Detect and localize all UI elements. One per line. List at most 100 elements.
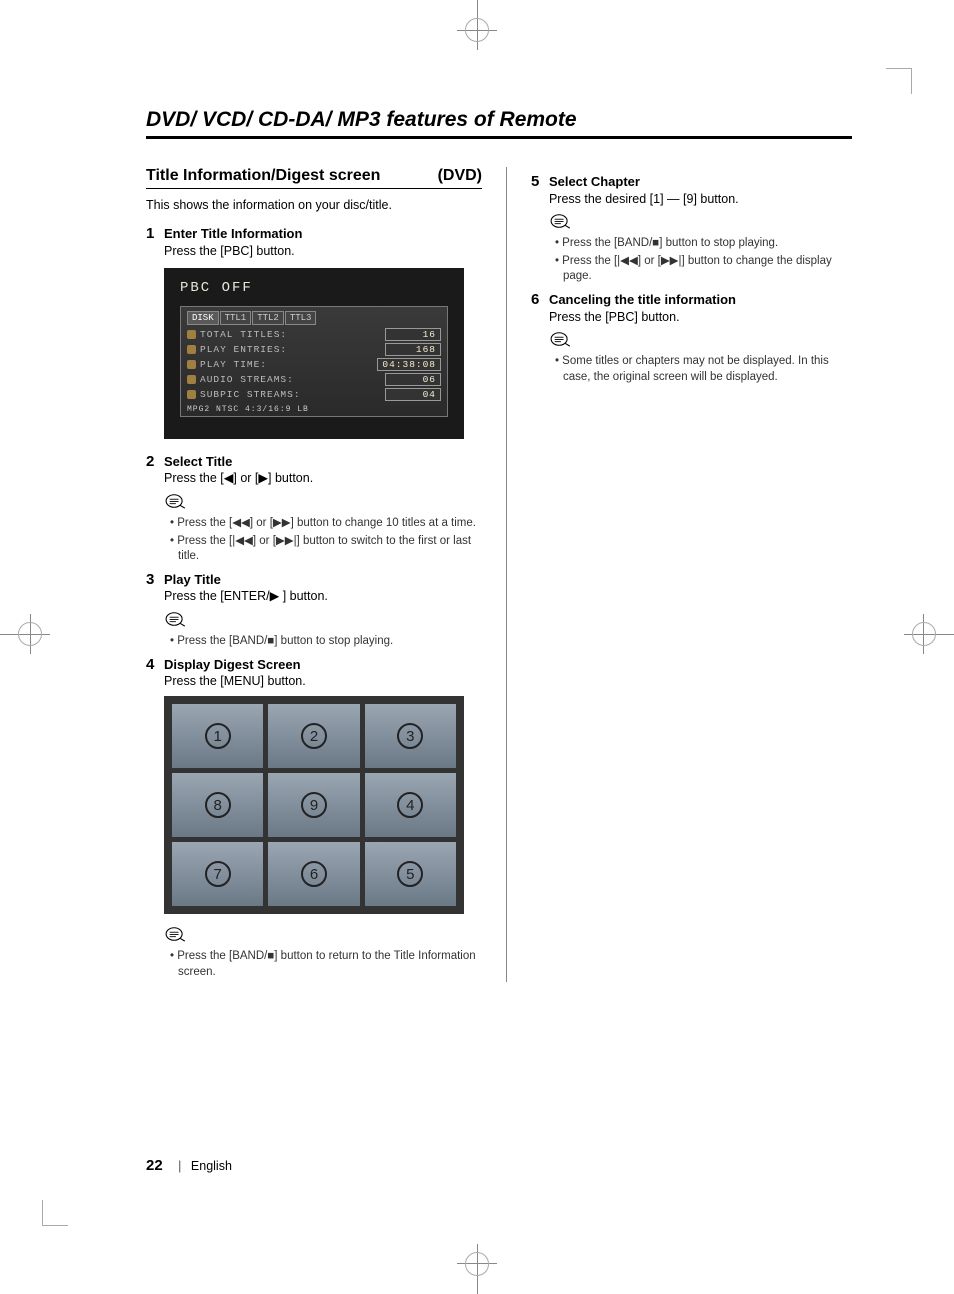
digest-cell: 9 [268,773,359,837]
note-item: Some titles or chapters may not be displ… [555,354,852,385]
right-arrow-icon: ▶ [258,471,268,485]
step-6: 6 Canceling the title information Press … [531,291,852,325]
digest-cell: 3 [365,704,456,768]
digest-cell: 1 [172,704,263,768]
step-heading: Enter Title Information [164,225,482,243]
page-number: 22 [146,1157,163,1174]
step-heading: Select Title [164,453,482,471]
pbc-row-label: SUBPIC STREAMS: [200,389,301,400]
pbc-footer: MPG2 NTSC 4:3/16:9 LB [187,405,441,414]
step-5: 5 Select Chapter Press the desired [1] —… [531,173,852,207]
section-title-text: Title Information/Digest screen [146,167,380,184]
digest-number: 7 [205,861,231,887]
digest-number: 2 [301,723,327,749]
pbc-tabs: DISK TTL1 TTL2 TTL3 [187,311,441,325]
corner-mark [886,68,912,94]
pbc-row-value: 16 [385,328,441,341]
footer-language: English [191,1159,232,1173]
note-icon [549,213,571,229]
step-subtext: Press the [PBC] button. [549,309,852,326]
note-item: Press the [|◀◀] or [▶▶|] button to chang… [555,254,852,285]
digest-number: 4 [397,792,423,818]
chapter-title: DVD/ VCD/ CD-DA/ MP3 features of Remote [146,108,852,139]
step-3: 3 Play Title Press the [ENTER/▶ ] button… [146,571,482,605]
step-heading: Play Title [164,571,482,589]
digest-number: 6 [301,861,327,887]
step-number: 4 [146,656,164,690]
digest-cell: 8 [172,773,263,837]
digest-cell: 4 [365,773,456,837]
pbc-row: PLAY ENTRIES: 168 [187,342,441,357]
footer-separator: | [178,1159,181,1173]
digest-number: 9 [301,792,327,818]
pbc-row: AUDIO STREAMS: 06 [187,372,441,387]
note-item: Press the [BAND/■] button to stop playin… [555,236,852,252]
pbc-row-value: 168 [385,343,441,356]
note-item: Press the [BAND/■] button to stop playin… [170,634,482,650]
left-arrow-icon: ◀ [224,471,234,485]
note-item: Press the [BAND/■] button to return to t… [170,949,482,980]
note-icon [164,611,186,627]
digest-number: 8 [205,792,231,818]
pbc-tab: TTL3 [285,311,317,325]
registration-circle [912,622,936,646]
column-divider [506,167,507,982]
registration-circle [465,1252,489,1276]
play-icon: ▶ [270,589,280,603]
step-heading: Display Digest Screen [164,656,482,674]
digest-cell: 2 [268,704,359,768]
pbc-row-value: 04 [385,388,441,401]
digest-cell: 7 [172,842,263,906]
step-5-notes: Press the [BAND/■] button to stop playin… [555,236,852,285]
step-subtext: Press the [◀] or [▶] button. [164,470,482,487]
digest-number: 1 [205,723,231,749]
pbc-info-box: DISK TTL1 TTL2 TTL3 TOTAL TITLES: 16 PLAY… [180,306,448,417]
step-number: 1 [146,225,164,259]
pbc-info-screenshot: PBC OFF DISK TTL1 TTL2 TTL3 TOTAL TITLES… [164,268,464,439]
step-6-notes: Some titles or chapters may not be displ… [555,354,852,385]
corner-mark [42,1200,68,1226]
pbc-row-label: PLAY TIME: [200,359,267,370]
pbc-tab: TTL2 [252,311,284,325]
registration-circle [465,18,489,42]
note-item: Press the [|◀◀] or [▶▶|] button to switc… [170,534,482,565]
step-subtext: Press the desired [1] — [9] button. [549,191,852,208]
pbc-row: TOTAL TITLES: 16 [187,327,441,342]
note-icon [164,926,186,942]
pbc-row: SUBPIC STREAMS: 04 [187,387,441,402]
right-column: 5 Select Chapter Press the desired [1] —… [531,167,852,982]
page-content: DVD/ VCD/ CD-DA/ MP3 features of Remote … [146,108,852,982]
step-number: 6 [531,291,549,325]
step-1: 1 Enter Title Information Press the [PBC… [146,225,482,259]
step-heading: Canceling the title information [549,291,852,309]
digest-number: 5 [397,861,423,887]
step-2-notes: Press the [◀◀] or [▶▶] button to change … [170,516,482,565]
step-number: 2 [146,453,164,487]
pbc-row-label: AUDIO STREAMS: [200,374,294,385]
digest-number: 3 [397,723,423,749]
step-subtext: Press the [MENU] button. [164,673,482,690]
step-4: 4 Display Digest Screen Press the [MENU]… [146,656,482,690]
pbc-row-label: PLAY ENTRIES: [200,344,287,355]
section-title: Title Information/Digest screen (DVD) [146,167,482,189]
step-2: 2 Select Title Press the [◀] or [▶] butt… [146,453,482,487]
pbc-row-value: 06 [385,373,441,386]
step-4-notes: Press the [BAND/■] button to return to t… [170,949,482,980]
step-heading: Select Chapter [549,173,852,191]
note-icon [164,493,186,509]
note-icon [549,331,571,347]
page-footer: 22 | English [146,1157,232,1174]
pbc-row-label: TOTAL TITLES: [200,329,287,340]
note-item: Press the [◀◀] or [▶▶] button to change … [170,516,482,532]
digest-cell: 6 [268,842,359,906]
pbc-row-value: 04:38:08 [377,358,441,371]
step-3-notes: Press the [BAND/■] button to stop playin… [170,634,482,650]
pbc-tab: TTL1 [220,311,252,325]
pbc-row: PLAY TIME: 04:38:08 [187,357,441,372]
pbc-header: PBC OFF [180,280,448,296]
section-title-format: (DVD) [438,167,482,185]
pbc-tab: DISK [187,311,219,325]
left-column: Title Information/Digest screen (DVD) Th… [146,167,482,982]
step-number: 5 [531,173,549,207]
step-subtext: Press the [PBC] button. [164,243,482,260]
